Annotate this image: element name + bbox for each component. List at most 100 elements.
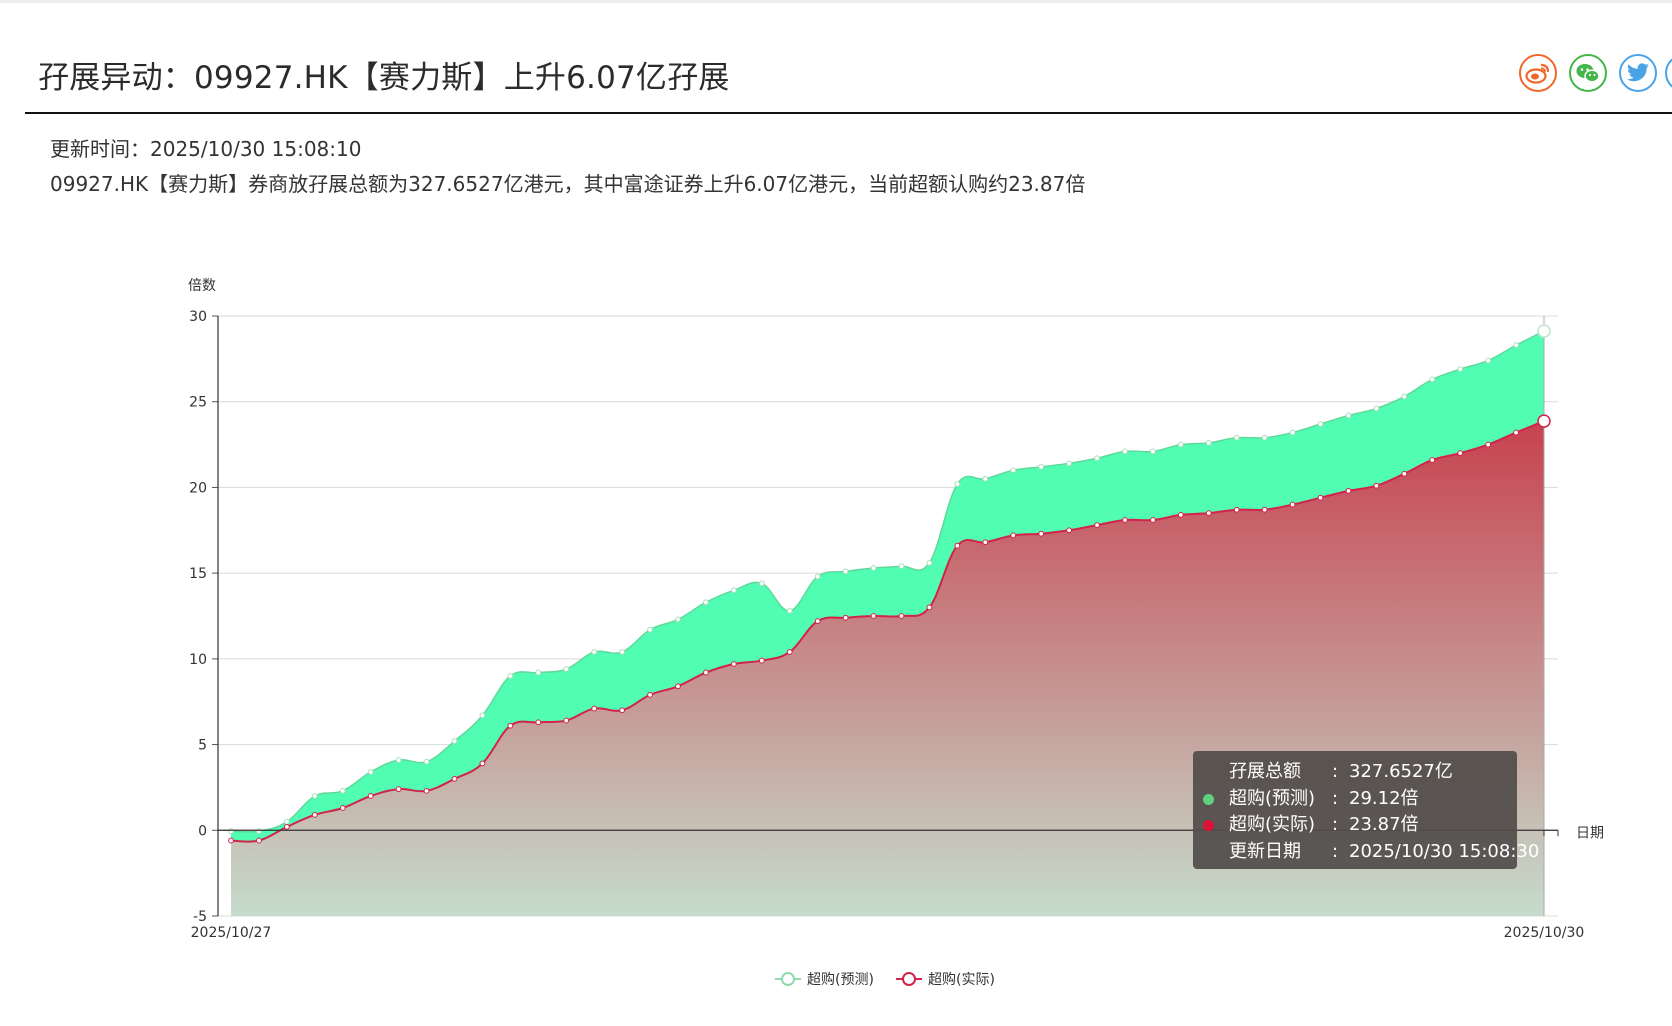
- actual-point: [423, 787, 430, 794]
- actual-point: [1177, 511, 1184, 518]
- actual-point: [1261, 506, 1268, 513]
- predicted-point: [647, 626, 653, 633]
- predicted-point: [1317, 421, 1324, 427]
- predicted-point: [1122, 448, 1128, 455]
- actual-point: [1122, 517, 1128, 523]
- actual-point: [870, 613, 877, 619]
- actual-point: [1485, 441, 1492, 448]
- predicted-point: [1233, 434, 1240, 441]
- actual-point: [1537, 414, 1551, 428]
- tooltip-dot-predicted: [1203, 793, 1214, 805]
- actual-point: [619, 707, 626, 714]
- predicted-point: [1429, 376, 1436, 383]
- legend-marker-actual: [896, 972, 922, 986]
- actual-point: [339, 805, 346, 811]
- tooltip-dot-actual: [1203, 820, 1214, 831]
- actual-point: [982, 539, 989, 546]
- y-tick-label: 25: [189, 395, 207, 411]
- tooltip-row-update-date: 更新日期 : 2025/10/30 15:08:30: [1203, 839, 1539, 866]
- y-tick-label: 30: [189, 309, 207, 325]
- predicted-point: [1485, 357, 1492, 364]
- actual-point: [1513, 429, 1519, 436]
- actual-point: [898, 613, 905, 619]
- predicted-point: [1010, 467, 1017, 474]
- predicted-point: [1457, 366, 1464, 373]
- actual-point: [507, 722, 514, 729]
- actual-point: [1401, 470, 1408, 477]
- predicted-point: [842, 568, 849, 575]
- predicted-point: [619, 649, 626, 655]
- actual-point: [479, 760, 486, 767]
- predicted-point: [954, 481, 961, 487]
- actual-point: [814, 618, 821, 625]
- predicted-point: [367, 769, 374, 775]
- tooltip-value: 2025/10/30 15:08:30: [1349, 840, 1540, 862]
- x-tick-label: 2025/10/30: [1504, 925, 1585, 941]
- y-tick-label: 10: [189, 652, 207, 668]
- predicted-point: [423, 758, 430, 765]
- actual-point: [591, 705, 598, 712]
- tooltip-row-predicted: 超购(预测) : 29.12倍: [1203, 786, 1517, 813]
- actual-point: [926, 604, 933, 611]
- x-tick-label: 2025/10/27: [191, 925, 272, 941]
- oversubscription-chart: -5 0 5 10 15 20 25 30 倍数日期 2025/10/27 2025/10/30: [188, 278, 1604, 941]
- predicted-point: [1038, 463, 1045, 470]
- actual-point: [842, 614, 849, 621]
- predicted-point: [1066, 460, 1072, 467]
- actual-point: [1205, 510, 1212, 517]
- predicted-point: [730, 587, 737, 594]
- legend-item-actual[interactable]: 超购(实际): [896, 969, 995, 989]
- legend-marker-predicted: [775, 972, 801, 986]
- actual-point: [1317, 494, 1324, 501]
- tooltip-label: 更新日期: [1229, 840, 1301, 862]
- predicted-point: [1205, 439, 1212, 446]
- x-axis-label: 日期: [1576, 825, 1604, 841]
- actual-point: [1010, 532, 1017, 539]
- actual-point: [395, 786, 402, 793]
- y-tick-label: -5: [193, 909, 207, 925]
- actual-point: [954, 542, 961, 549]
- predicted-point: [1537, 324, 1551, 338]
- predicted-point: [395, 757, 402, 763]
- chart-tooltip: 孖展总额 : 327.6527亿 超购(预测) : 29.12倍 超购(实际) …: [1193, 751, 1539, 869]
- predicted-point: [591, 649, 598, 655]
- actual-point: [1038, 530, 1045, 537]
- actual-point: [786, 649, 793, 655]
- chart-legend: 超购(预测) 超购(实际): [0, 969, 1672, 993]
- predicted-point: [675, 616, 681, 623]
- tooltip-row-actual: 超购(实际) : 23.87倍: [1203, 812, 1517, 839]
- legend-label-actual: 超购(实际): [928, 972, 995, 988]
- predicted-point: [982, 475, 989, 482]
- predicted-point: [1345, 412, 1352, 419]
- y-tick-label: 20: [189, 480, 207, 496]
- legend-item-predicted[interactable]: 超购(预测): [775, 969, 874, 989]
- predicted-point: [1373, 405, 1380, 412]
- predicted-point: [1149, 448, 1156, 455]
- actual-point: [228, 837, 234, 844]
- predicted-point: [758, 580, 765, 587]
- predicted-point: [535, 669, 542, 676]
- y-axis-label: 倍数: [188, 278, 216, 294]
- actual-point: [758, 657, 765, 664]
- actual-point: [311, 811, 318, 818]
- predicted-point: [1094, 455, 1100, 462]
- actual-point: [535, 719, 542, 726]
- tooltip-value: 327.6527亿: [1349, 761, 1453, 782]
- actual-point: [1233, 506, 1240, 513]
- y-tick-label: 5: [198, 738, 207, 754]
- predicted-point: [870, 565, 877, 571]
- actual-point: [647, 691, 653, 698]
- y-tick-label: 15: [189, 566, 207, 582]
- predicted-point: [786, 607, 793, 614]
- tooltip-value: 29.12倍: [1349, 787, 1419, 809]
- actual-point: [675, 683, 681, 690]
- actual-point: [367, 793, 374, 799]
- predicted-point: [1261, 434, 1268, 441]
- predicted-point: [1513, 342, 1519, 349]
- y-tick-label: 0: [198, 823, 207, 839]
- predicted-point: [1289, 429, 1296, 436]
- predicted-point: [703, 599, 709, 606]
- actual-point: [1457, 450, 1464, 457]
- predicted-point: [256, 828, 262, 835]
- actual-point: [703, 669, 709, 676]
